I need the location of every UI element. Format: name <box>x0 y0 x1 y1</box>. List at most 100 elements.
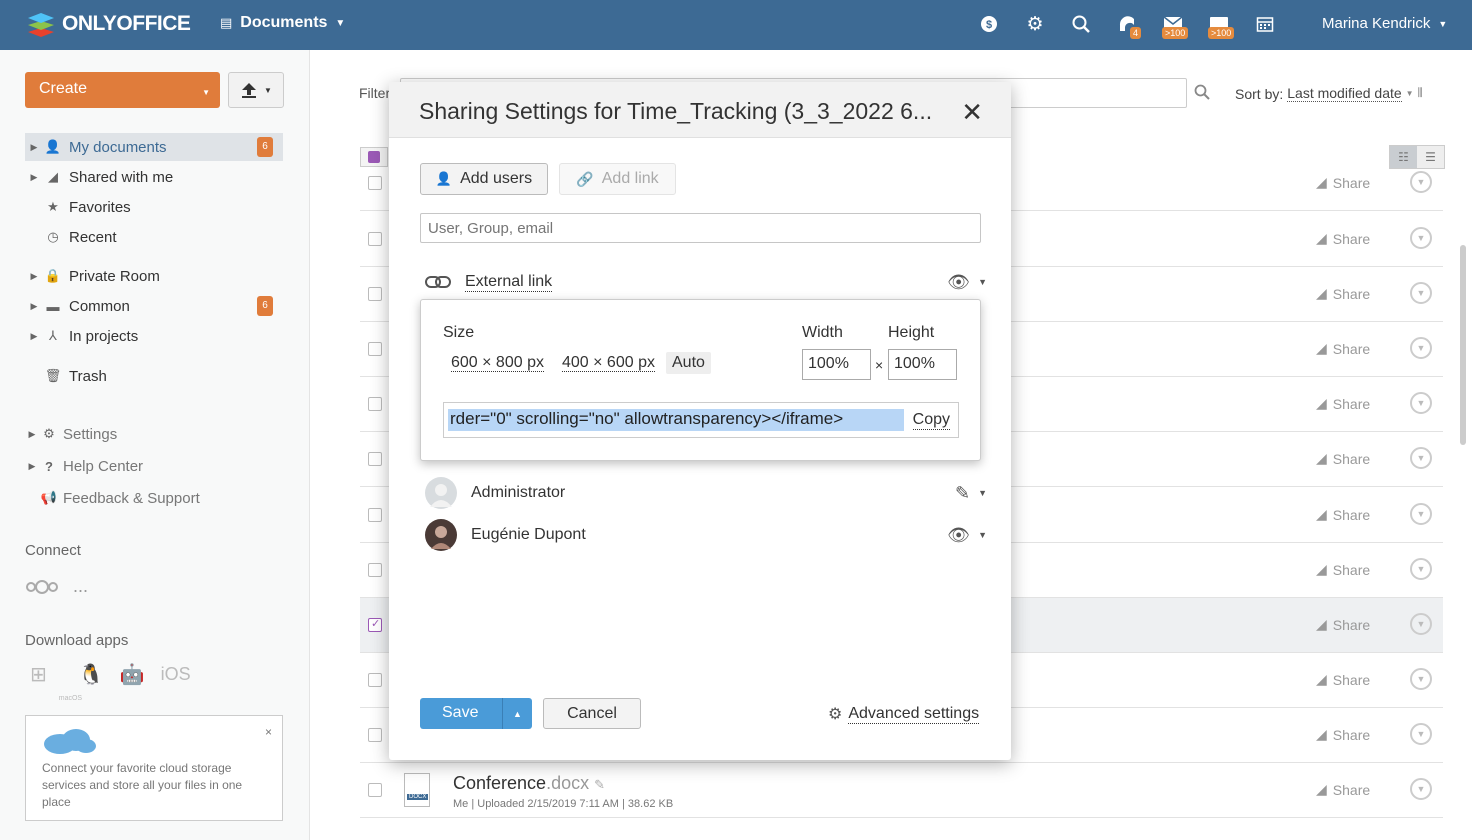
sort-order-icon[interactable]: ⫼ <box>1418 87 1423 100</box>
sidebar-item-help-center[interactable]: ▶ ? Help Center <box>25 452 283 480</box>
sidebar-item-settings[interactable]: ▶ ⚙ Settings <box>25 420 283 448</box>
embed-code-field[interactable]: rder="0" scrolling="no" allowtransparenc… <box>443 402 959 438</box>
save-options-chevron-icon[interactable]: ▲ <box>502 698 532 729</box>
linux-icon[interactable]: 🐧 <box>79 662 104 687</box>
share-button[interactable]: ◢ Share <box>1316 726 1370 743</box>
row-menu-icon[interactable]: ▼ <box>1410 503 1432 525</box>
ios-link[interactable]: iOS <box>161 664 191 685</box>
access-rights-select[interactable]: ✎ ▼ <box>955 483 987 504</box>
access-rights-select[interactable]: 👁 ▼ <box>947 272 987 293</box>
close-icon[interactable]: ✕ <box>961 97 983 128</box>
nextcloud-icon[interactable] <box>25 579 59 595</box>
size-option-600x800[interactable]: 600 × 800 px <box>445 352 550 374</box>
access-rights-select[interactable]: 👁 ▼ <box>947 525 987 546</box>
share-button[interactable]: ◢ Share <box>1316 450 1370 467</box>
row-checkbox[interactable] <box>368 673 382 687</box>
sort-control[interactable]: Sort by: Last modified date ▼ ⫼ <box>1235 85 1423 102</box>
share-button[interactable]: ◢ Share <box>1316 561 1370 578</box>
close-icon[interactable]: × <box>265 724 272 741</box>
add-link-button[interactable]: 🔗 Add link <box>559 163 676 195</box>
module-switcher[interactable]: ▤ Documents ▼ <box>220 14 345 32</box>
row-menu-icon[interactable]: ▼ <box>1410 337 1432 359</box>
sidebar-item-private-room[interactable]: ▶ 🔒 Private Room <box>25 262 283 290</box>
row-menu-icon[interactable]: ▼ <box>1410 392 1432 414</box>
row-checkbox[interactable] <box>368 563 382 577</box>
sort-value[interactable]: Last modified date <box>1287 85 1402 102</box>
scrollbar[interactable] <box>1460 245 1466 445</box>
expand-arrow-icon[interactable]: ▶ <box>25 461 39 472</box>
expand-arrow-icon[interactable]: ▶ <box>25 429 39 440</box>
size-option-auto[interactable]: Auto <box>666 352 711 374</box>
share-button[interactable]: ◢ Share <box>1316 395 1370 412</box>
row-checkbox[interactable] <box>368 728 382 742</box>
share-button[interactable]: ◢ Share <box>1316 671 1370 688</box>
copy-button[interactable]: Copy <box>912 411 950 430</box>
row-checkbox[interactable] <box>368 287 382 301</box>
row-checkbox[interactable] <box>368 508 382 522</box>
size-option-400x600[interactable]: 400 × 600 px <box>556 352 661 374</box>
gear-icon[interactable]: ⚙ <box>1024 13 1046 35</box>
sidebar-item-my-documents[interactable]: ▶ 👤 My documents 6 <box>25 133 283 161</box>
search-icon[interactable] <box>1070 13 1092 35</box>
save-button[interactable]: Save ▲ <box>420 698 532 729</box>
row-menu-icon[interactable]: ▼ <box>1410 447 1432 469</box>
row-checkbox[interactable] <box>368 397 382 411</box>
calendar-icon[interactable] <box>1254 13 1276 35</box>
share-button[interactable]: ◢ Share <box>1316 616 1370 633</box>
row-menu-icon[interactable]: ▼ <box>1410 668 1432 690</box>
row-checkbox[interactable] <box>368 783 382 797</box>
sidebar-item-trash[interactable]: 🗑 Trash <box>25 362 283 390</box>
external-link-label[interactable]: External link <box>465 273 553 292</box>
share-button[interactable]: ◢ Share <box>1316 174 1370 191</box>
row-checkbox[interactable] <box>368 176 382 190</box>
row-menu-icon[interactable]: ▼ <box>1410 778 1432 800</box>
row-menu-icon[interactable]: ▼ <box>1410 613 1432 635</box>
row-checkbox[interactable] <box>368 452 382 466</box>
row-checkbox[interactable] <box>368 617 382 632</box>
row-menu-icon[interactable]: ▼ <box>1410 723 1432 745</box>
upload-button[interactable]: ▼ <box>228 72 284 108</box>
user-menu[interactable]: Marina Kendrick ▼ <box>1322 15 1447 32</box>
add-users-button[interactable]: 👤 Add users <box>420 163 548 195</box>
dollar-icon[interactable]: $ <box>978 13 1000 35</box>
more-connections[interactable]: ... <box>73 576 88 597</box>
expand-arrow-icon[interactable]: ▶ <box>25 331 43 342</box>
search-icon[interactable] <box>1194 84 1210 104</box>
advanced-settings-link[interactable]: ⚙ Advanced settings <box>828 704 980 724</box>
file-name[interactable]: Conference.docx ✎ <box>453 773 605 794</box>
sidebar-item-favorites[interactable]: ★ Favorites <box>25 193 283 221</box>
sidebar-item-feedback[interactable]: 📢 Feedback & Support <box>25 484 283 512</box>
share-button[interactable]: ◢ Share <box>1316 506 1370 523</box>
create-button[interactable]: Create ▼ <box>25 72 220 108</box>
feed-icon[interactable]: 4 <box>1116 13 1142 39</box>
row-checkbox[interactable] <box>368 232 382 246</box>
expand-arrow-icon[interactable]: ▶ <box>25 142 43 153</box>
sidebar-item-common[interactable]: ▶ ▬ Common 6 <box>25 292 283 320</box>
expand-arrow-icon[interactable]: ▶ <box>25 301 43 312</box>
pencil-icon[interactable]: ✎ <box>594 777 605 792</box>
share-button[interactable]: ◢ Share <box>1316 781 1370 798</box>
windows-icon[interactable]: ⊞ <box>30 662 47 687</box>
sidebar-item-in-projects[interactable]: ▶ ⅄ In projects <box>25 322 283 350</box>
chat-icon[interactable]: >100 <box>1208 13 1235 39</box>
embed-code-text[interactable]: rder="0" scrolling="no" allowtransparenc… <box>448 409 904 431</box>
expand-arrow-icon[interactable]: ▶ <box>25 271 43 282</box>
row-menu-icon[interactable]: ▼ <box>1410 227 1432 249</box>
height-input[interactable]: 100% <box>888 349 957 380</box>
mail-icon[interactable]: >100 <box>1162 13 1189 39</box>
row-checkbox[interactable] <box>368 342 382 356</box>
width-input[interactable]: 100% <box>802 349 871 380</box>
share-button[interactable]: ◢ Share <box>1316 285 1370 302</box>
row-menu-icon[interactable]: ▼ <box>1410 558 1432 580</box>
share-button[interactable]: ◢ Share <box>1316 340 1370 357</box>
row-menu-icon[interactable]: ▼ <box>1410 171 1432 193</box>
share-button[interactable]: ◢ Share <box>1316 230 1370 247</box>
table-row[interactable]: DOCX Conference.docx ✎ Me | Uploaded 2/1… <box>360 763 1443 818</box>
expand-arrow-icon[interactable]: ▶ <box>25 172 43 183</box>
cancel-button[interactable]: Cancel <box>543 698 641 729</box>
row-menu-icon[interactable]: ▼ <box>1410 282 1432 304</box>
user-search-input[interactable] <box>420 213 981 243</box>
logo[interactable]: ONLYOFFICE <box>26 10 191 38</box>
android-icon[interactable]: 🤖 <box>120 662 145 687</box>
sidebar-item-recent[interactable]: ◷ Recent <box>25 223 283 251</box>
